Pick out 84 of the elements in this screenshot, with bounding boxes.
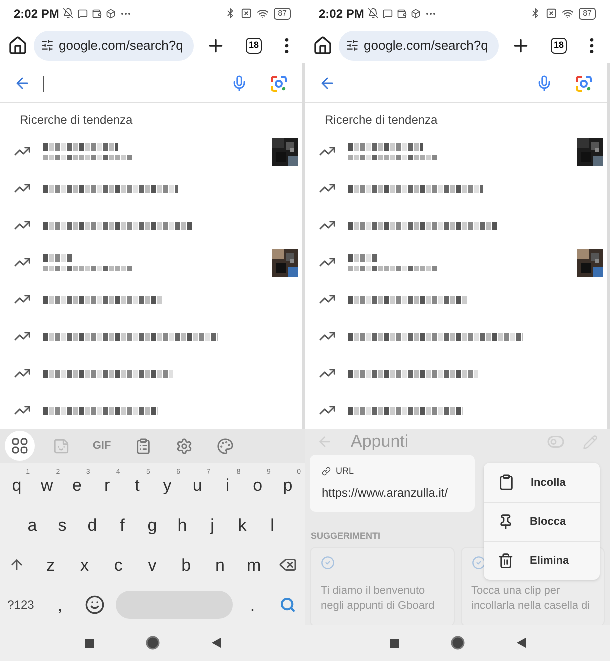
bell-off-icon	[63, 8, 74, 20]
address-bar[interactable]: google.com/search?q	[339, 30, 499, 61]
clock: 2:02 PM	[319, 6, 364, 23]
lens-icon[interactable]	[270, 74, 288, 93]
letter-key[interactable]: z	[46, 556, 56, 574]
emoji-key[interactable]	[85, 595, 106, 616]
pin-icon	[498, 514, 514, 530]
lens-icon[interactable]	[575, 74, 593, 93]
box-icon	[106, 8, 116, 19]
recents-button[interactable]	[84, 638, 94, 648]
letter-key[interactable]: w	[40, 476, 54, 494]
box-icon	[411, 8, 422, 19]
suggestion-text: Tocca una clip per incollarla nella casella di	[472, 584, 592, 614]
letter-key[interactable]: b	[182, 556, 192, 574]
letter-key[interactable]: x	[80, 556, 89, 574]
letter-key[interactable]: n	[216, 556, 225, 574]
pixelated-text-drawing	[43, 254, 73, 262]
letter-key[interactable]: h	[178, 516, 188, 534]
wallet-icon	[397, 8, 408, 19]
battery-indicator: 87	[274, 8, 291, 20]
letter-key[interactable]: c	[114, 556, 123, 574]
letter-key[interactable]: .	[250, 596, 256, 614]
wallet-icon	[92, 8, 102, 19]
clock: 2:02 PM	[14, 6, 60, 23]
letter-key[interactable]: p	[283, 476, 293, 494]
letter-key[interactable]: l	[270, 516, 274, 534]
back-nav-button[interactable]	[516, 638, 526, 648]
letter-key[interactable]: f	[120, 516, 125, 534]
letter-key[interactable]: m	[247, 556, 262, 574]
symbols-key[interactable]: ?123	[8, 596, 34, 614]
check-circle-icon	[472, 556, 486, 570]
panel-title: Appunti	[351, 431, 409, 454]
sim-icon	[546, 8, 558, 20]
microphone-icon[interactable]	[536, 75, 553, 92]
search-key[interactable]	[280, 597, 296, 614]
section-heading: Ricerche di tendenza	[19, 112, 134, 130]
letter-key[interactable]: r	[104, 476, 110, 494]
letter-key[interactable]: v	[148, 556, 157, 574]
section-heading: SUGGERIMENTI	[311, 530, 381, 543]
message-icon	[78, 8, 88, 19]
letter-key[interactable]: o	[253, 476, 263, 494]
pixelated-text-drawing	[348, 254, 378, 262]
letter-key[interactable]: ,	[58, 596, 63, 614]
clip-type: URL	[336, 464, 354, 478]
bluetooth-icon	[530, 8, 542, 20]
menu-item[interactable]: Incolla	[484, 463, 600, 502]
clip-text: https://www.aranzulla.it/	[322, 485, 450, 502]
menu-item[interactable]: Blocca	[484, 502, 600, 542]
letter-key[interactable]: a	[28, 516, 38, 534]
home-button[interactable]	[313, 36, 333, 56]
grid-icon[interactable]	[5, 431, 35, 462]
battery-indicator: 87	[579, 8, 596, 20]
clip-card[interactable]: URL https://www.aranzulla.it/	[310, 454, 475, 512]
letter-key[interactable]: d	[88, 516, 98, 534]
menu-item[interactable]: Elimina	[484, 541, 600, 580]
clipboard-icon	[498, 474, 515, 492]
letter-key[interactable]: j	[210, 516, 214, 534]
tab-switcher-button[interactable]: 18	[246, 38, 262, 54]
letter-key[interactable]: k	[238, 516, 247, 534]
tab-switcher-button[interactable]: 18	[551, 38, 567, 54]
home-nav-button[interactable]	[146, 636, 160, 650]
letter-key[interactable]: g	[148, 516, 158, 534]
home-button[interactable]	[8, 36, 28, 56]
recents-button[interactable]	[390, 638, 398, 648]
letter-key[interactable]: u	[192, 476, 202, 494]
letter-key[interactable]: y	[163, 476, 172, 494]
link-icon	[322, 467, 331, 476]
bell-off-icon	[368, 8, 380, 20]
address-bar[interactable]: google.com/search?q	[34, 30, 194, 61]
check-circle-icon	[321, 556, 335, 570]
letter-key[interactable]: q	[12, 476, 22, 494]
trash-icon	[498, 553, 514, 570]
letter-key[interactable]: t	[135, 476, 140, 494]
letter-key[interactable]: e	[72, 476, 82, 494]
back-nav-button[interactable]	[212, 638, 220, 648]
home-nav-button[interactable]	[450, 636, 464, 650]
section-heading: Ricerche di tendenza	[324, 112, 439, 130]
sim-icon	[241, 8, 252, 20]
suggestion-text: Ti diamo il benvenuto negli appunti di Gboard	[321, 584, 436, 614]
microphone-icon[interactable]	[231, 75, 248, 92]
letter-key[interactable]: i	[226, 476, 230, 494]
letter-key[interactable]: s	[58, 516, 67, 534]
message-icon	[383, 8, 394, 19]
bluetooth-icon	[225, 8, 236, 20]
